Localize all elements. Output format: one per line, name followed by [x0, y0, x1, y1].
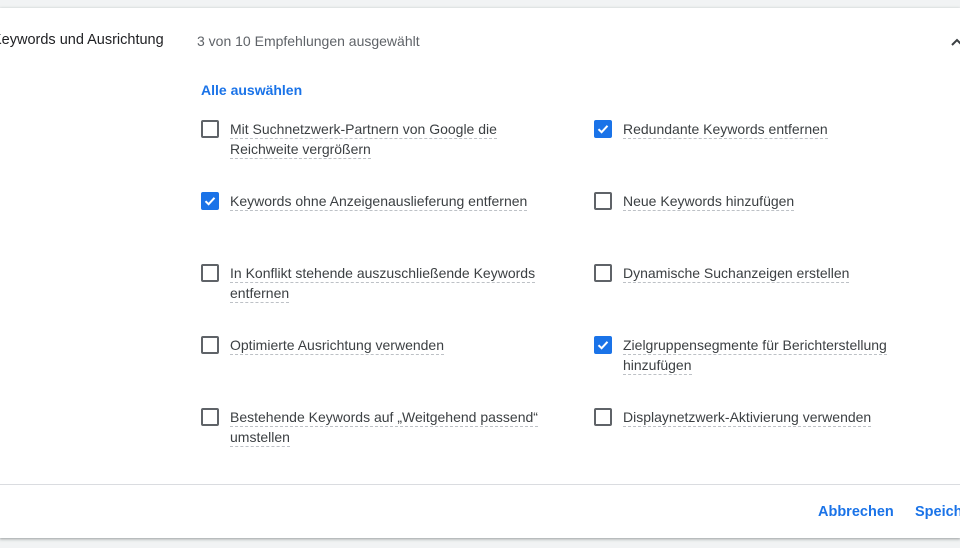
- option-display-network[interactable]: Displaynetzwerk-Aktivierung verwenden: [594, 407, 872, 427]
- option-search-partners[interactable]: Mit Suchnetzwerk-Partnern von Google die…: [201, 119, 497, 159]
- option-dynamic-search-ads[interactable]: Dynamische Suchanzeigen erstellen: [594, 263, 850, 283]
- save-button[interactable]: Speichern: [915, 504, 960, 520]
- option-label: Bestehende Keywords auf „Weitgehend pass…: [230, 409, 538, 447]
- option-label: Neue Keywords hinzufügen: [623, 193, 795, 211]
- section-title: Keywords und Ausrichtung: [0, 32, 164, 48]
- option-audience-segments[interactable]: Zielgruppensegmente für Berichterstellun…: [594, 335, 887, 375]
- selection-summary: 3 von 10 Empfehlungen ausgewählt: [197, 33, 420, 49]
- checkmark-icon: [597, 341, 609, 350]
- option-remove-conflicting-negatives[interactable]: In Konflikt stehende auszuschließende Ke…: [201, 263, 536, 303]
- checkbox[interactable]: [594, 336, 612, 354]
- checkbox[interactable]: [201, 336, 219, 354]
- checkmark-icon: [597, 125, 609, 134]
- checkbox[interactable]: [594, 192, 612, 210]
- option-label: In Konflikt stehende auszuschließende Ke…: [230, 265, 536, 303]
- option-optimized-targeting[interactable]: Optimierte Ausrichtung verwenden: [201, 335, 444, 355]
- checkbox[interactable]: [201, 120, 219, 138]
- checkbox[interactable]: [201, 408, 219, 426]
- checkbox[interactable]: [594, 120, 612, 138]
- checkbox[interactable]: [594, 264, 612, 282]
- option-add-new-keywords[interactable]: Neue Keywords hinzufügen: [594, 191, 795, 211]
- option-label: Mit Suchnetzwerk-Partnern von Google die…: [230, 121, 497, 159]
- checkbox[interactable]: [201, 192, 219, 210]
- option-label: Optimierte Ausrichtung verwenden: [230, 337, 444, 355]
- option-broad-match[interactable]: Bestehende Keywords auf „Weitgehend pass…: [201, 407, 538, 447]
- option-label: Displaynetzwerk-Aktivierung verwenden: [623, 409, 872, 427]
- option-label: Redundante Keywords entfernen: [623, 121, 828, 139]
- cancel-button[interactable]: Abbrechen: [818, 504, 894, 520]
- select-all-link[interactable]: Alle auswählen: [201, 82, 302, 98]
- option-label: Keywords ohne Anzeigenauslieferung entfe…: [230, 193, 528, 211]
- chevron-up-icon[interactable]: [950, 36, 960, 50]
- footer-divider: [0, 484, 960, 485]
- option-remove-redundant-keywords[interactable]: Redundante Keywords entfernen: [594, 119, 828, 139]
- recommendations-card: Keywords und Ausrichtung 3 von 10 Empfeh…: [0, 8, 960, 538]
- checkmark-icon: [204, 197, 216, 206]
- checkbox[interactable]: [201, 264, 219, 282]
- checkbox[interactable]: [594, 408, 612, 426]
- option-label: Dynamische Suchanzeigen erstellen: [623, 265, 850, 283]
- option-remove-non-serving-keywords[interactable]: Keywords ohne Anzeigenauslieferung entfe…: [201, 191, 528, 211]
- option-label: Zielgruppensegmente für Berichterstellun…: [623, 337, 887, 375]
